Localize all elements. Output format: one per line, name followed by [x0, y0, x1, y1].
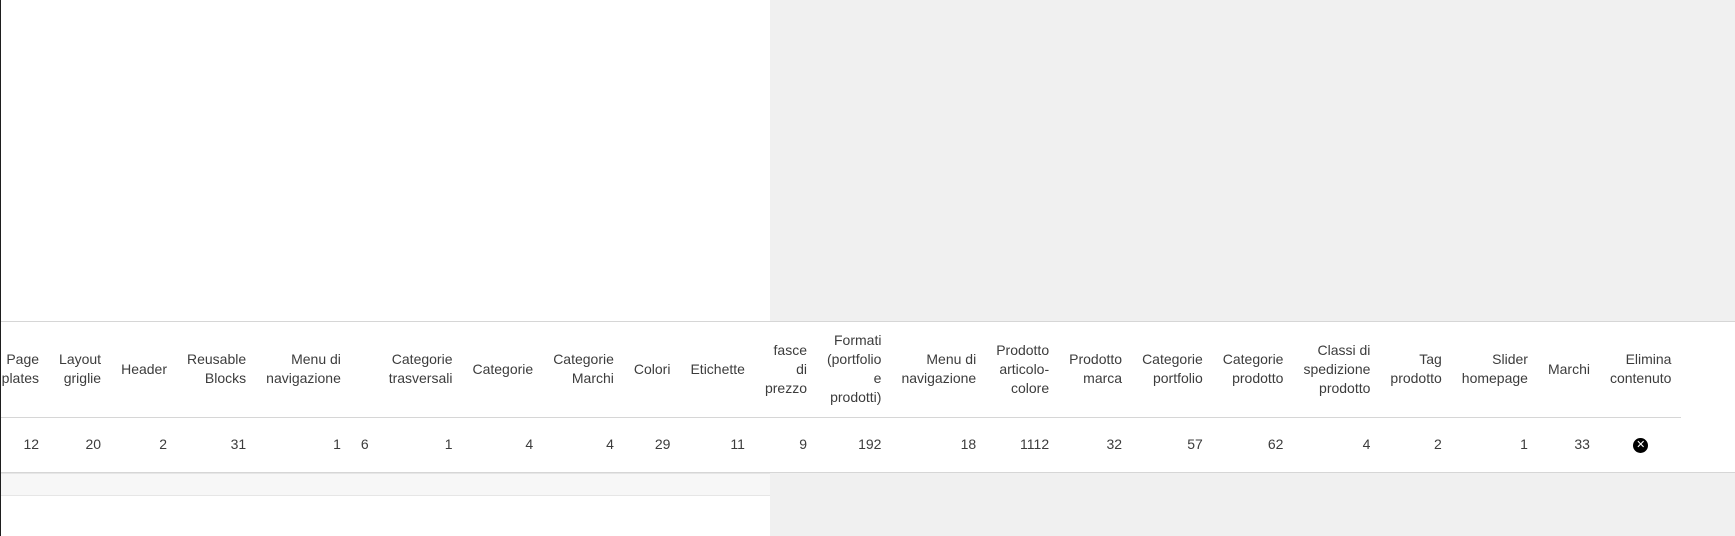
- col-header-page-templates: Page mplates: [0, 351, 40, 387]
- cell-tag-prodotto: 2: [1433, 436, 1442, 453]
- cell-reusable-blocks: 31: [230, 436, 247, 453]
- col-header-tag-prodotto: Tag prodotto: [1390, 351, 1442, 387]
- cell-formati: 192: [858, 436, 882, 453]
- col-header-fasce-di-prezzo: fasce di prezzo: [764, 341, 807, 396]
- table-body: 12 20 2 31 1 6 1 4 4 29 11 9 192 18 1112…: [0, 417, 1681, 472]
- cell-unlabeled: 6: [360, 436, 369, 453]
- cell-classi-di-spedizione-prodotto: 4: [1362, 436, 1371, 453]
- col-header-categorie: Categorie: [472, 360, 534, 377]
- cell-etichette: 11: [730, 436, 745, 453]
- page: Page mplates Layout griglie Header Reusa…: [0, 0, 1735, 536]
- cell-page-templates: 12: [23, 436, 40, 453]
- table-header: Page mplates Layout griglie Header Reusa…: [0, 322, 1682, 417]
- header-row: Page mplates Layout griglie Header Reusa…: [0, 322, 1682, 417]
- col-header-prodotto-articolo-colore: Prodotto articolo- colore: [996, 341, 1050, 396]
- left-border: [0, 0, 1, 536]
- col-header-slider-homepage: Slider homepage: [1461, 351, 1528, 387]
- cell-categorie-trasversali: 1: [444, 436, 453, 453]
- close-circle-icon[interactable]: ✕: [1633, 438, 1649, 454]
- cell-menu-di-navigazione: 1: [333, 436, 341, 453]
- cell-menu-di-navigazione-2: 18: [960, 436, 977, 453]
- content-count-table: Page mplates Layout griglie Header Reusa…: [0, 322, 1682, 472]
- cell-layout-griglie: 20: [85, 436, 102, 453]
- col-header-categorie-marchi: Categorie Marchi: [553, 351, 614, 387]
- col-header-classi-di-spedizione-prodotto: Classi di spedizione prodotto: [1303, 341, 1371, 396]
- cell-prodotto-marca: 32: [1106, 436, 1123, 453]
- col-header-elimina-contenuto: Elimina contenuto: [1609, 351, 1672, 387]
- table-row: 12 20 2 31 1 6 1 4 4 29 11 9 192 18 1112…: [0, 417, 1681, 472]
- col-header-header: Header: [121, 360, 167, 377]
- cell-colori: 29: [654, 436, 671, 453]
- cell-header: 2: [159, 436, 167, 453]
- col-header-reusable-blocks: Reusable Blocks: [187, 351, 247, 387]
- cell-fasce-di-prezzo: 9: [799, 436, 807, 453]
- cell-marchi: 33: [1574, 436, 1590, 453]
- col-header-categorie-prodotto: Categorie prodotto: [1222, 351, 1284, 387]
- cell-categorie-prodotto: 62: [1267, 436, 1284, 453]
- cell-categorie-portfolio: 57: [1187, 436, 1203, 453]
- col-header-formati: Formati (portfolio e prodotti): [826, 332, 882, 406]
- col-header-prodotto-marca: Prodotto marca: [1069, 351, 1123, 387]
- col-header-menu-di-navigazione-2: Menu di navigazione: [901, 351, 977, 387]
- cell-categorie: 4: [525, 436, 534, 453]
- table-footer-strip: [0, 473, 770, 496]
- cell-elimina-contenuto: ✕: [1600, 417, 1682, 472]
- col-header-etichette: Etichette: [690, 360, 745, 377]
- col-header-colori: Colori: [633, 360, 671, 377]
- cell-prodotto-articolo-colore: 1112: [1020, 436, 1050, 453]
- col-header-categorie-portfolio: Categorie portfolio: [1142, 351, 1203, 387]
- cell-categorie-marchi: 4: [606, 436, 614, 453]
- col-header-unlabeled: [351, 322, 379, 417]
- col-header-categorie-trasversali: Categorie trasversali: [388, 351, 453, 387]
- content-count-table-container: Page mplates Layout griglie Header Reusa…: [0, 321, 1735, 473]
- col-header-marchi: Marchi: [1547, 360, 1590, 377]
- col-header-menu-di-navigazione: Menu di navigazione: [266, 351, 341, 387]
- col-header-layout-griglie: Layout griglie: [59, 351, 102, 387]
- cell-slider-homepage: 1: [1520, 436, 1528, 453]
